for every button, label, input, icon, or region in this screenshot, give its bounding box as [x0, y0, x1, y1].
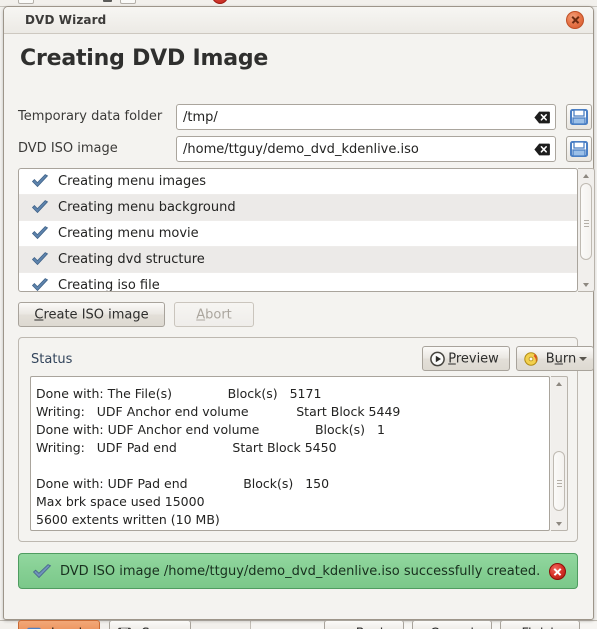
background-toolbar-item-render[interactable]: Render — [232, 0, 271, 1]
success-message-text: DVD ISO image /home/ttguy/demo_dvd_kdenl… — [60, 564, 541, 579]
log-line: Done with: UDF Pad end Block(s) 150 — [36, 476, 330, 491]
scroll-down-icon[interactable] — [551, 517, 566, 530]
list-item[interactable]: Creating menu images — [19, 169, 577, 195]
save-button[interactable]: Save — [109, 620, 191, 629]
list-item-label: Creating menu movie — [58, 226, 199, 241]
check-icon — [31, 226, 49, 240]
create-iso-image-button[interactable]: Create ISO image — [18, 302, 165, 327]
status-label: Status — [31, 352, 73, 367]
abort-button: Abort — [174, 302, 254, 327]
background-divider — [250, 621, 251, 629]
form-row-iso-image: DVD ISO image /home/ttguy/demo_dvd_kdenl… — [18, 136, 592, 162]
check-icon — [32, 564, 52, 579]
cancel-button[interactable]: Cancel — [412, 620, 492, 629]
iso-image-input[interactable]: /home/ttguy/demo_dvd_kdenlive.iso — [176, 136, 556, 162]
back-button[interactable]: < Back — [324, 620, 404, 629]
finish-button[interactable]: Finish — [500, 620, 580, 629]
screen: Copy Paste Render DVD Wizard Creating DV… — [0, 0, 597, 629]
clear-icon[interactable] — [534, 143, 550, 156]
log-line: Done with: The File(s) Block(s) 5171 — [36, 386, 322, 401]
paste-icon — [103, 0, 112, 2]
render-icon — [212, 0, 228, 4]
background-toolbar-item-paste[interactable]: Paste — [140, 0, 170, 1]
title-bar: DVD Wizard — [4, 7, 593, 34]
check-icon — [31, 174, 49, 188]
play-circle-icon — [430, 351, 445, 366]
check-icon — [31, 252, 49, 266]
folder-save-icon — [570, 109, 588, 125]
preview-button[interactable]: Preview — [422, 346, 510, 371]
burn-label: Burn — [545, 351, 577, 366]
scrollbar-thumb[interactable] — [579, 183, 592, 260]
log-line: Done with: UDF Anchor end volume Block(s… — [36, 422, 385, 437]
list-item-label: Creating menu images — [58, 174, 206, 189]
check-icon — [31, 200, 49, 214]
scroll-up-icon[interactable] — [578, 169, 593, 182]
check-icon — [31, 278, 49, 291]
chevron-down-icon[interactable] — [579, 356, 587, 361]
window-title: DVD Wizard — [25, 13, 107, 27]
clear-icon[interactable] — [534, 111, 550, 124]
dvd-wizard-dialog: DVD Wizard Creating DVD Image Temporary … — [3, 6, 595, 629]
scroll-up-icon[interactable] — [551, 377, 566, 390]
list-item-label: Creating menu background — [58, 200, 236, 215]
load-icon — [27, 627, 41, 629]
temp-folder-value: /tmp/ — [183, 110, 218, 125]
status-group: Status Preview Burn Done with: The File(… — [18, 337, 594, 542]
log-line: Writing: UDF Pad end Start Block 5450 — [36, 440, 337, 455]
scroll-down-icon[interactable] — [578, 278, 593, 291]
temp-folder-browse-button[interactable] — [566, 104, 592, 130]
list-item-label: Creating iso file — [58, 278, 160, 292]
background-toolbar-item-copy[interactable]: Copy — [38, 0, 66, 1]
preview-label: Preview — [448, 351, 499, 366]
task-list-scrollbar[interactable] — [578, 168, 595, 292]
iso-image-browse-button[interactable] — [566, 136, 592, 162]
task-list[interactable]: Creating menu images Creating menu backg… — [18, 168, 578, 292]
paste-box-icon — [120, 0, 136, 4]
cd-burn-icon — [524, 351, 538, 366]
iso-image-label: DVD ISO image — [18, 141, 118, 156]
iso-image-value: /home/ttguy/demo_dvd_kdenlive.iso — [183, 142, 419, 157]
burn-button[interactable]: Burn — [516, 346, 594, 371]
page-title: Creating DVD Image — [20, 46, 269, 71]
temp-folder-input[interactable]: /tmp/ — [176, 104, 556, 130]
list-item[interactable]: Creating menu background — [19, 195, 577, 221]
copy-icon — [18, 0, 34, 4]
log-line: Writing: UDF Anchor end volume Start Blo… — [36, 404, 401, 419]
folder-save-icon — [570, 141, 588, 157]
status-log-scrollbar[interactable] — [551, 376, 568, 531]
form-row-temp-folder: Temporary data folder /tmp/ — [18, 104, 592, 130]
scrollbar-thumb[interactable] — [552, 451, 565, 511]
load-button[interactable]: Load — [18, 620, 100, 629]
create-iso-image-label: Create ISO image — [34, 307, 149, 322]
abort-label: Abort — [196, 307, 232, 322]
status-log[interactable]: Done with: The File(s) Block(s) 5171 Wri… — [30, 376, 550, 531]
window-close-button[interactable] — [566, 11, 584, 29]
log-line: 5600 extents written (10 MB) — [36, 512, 220, 527]
log-line: Max brk space used 15000 — [36, 494, 205, 509]
temp-folder-label: Temporary data folder — [18, 109, 163, 124]
list-item[interactable]: Creating iso file — [19, 273, 577, 292]
list-item-label: Creating dvd structure — [58, 252, 205, 267]
success-message-bar: DVD ISO image /home/ttguy/demo_dvd_kdenl… — [18, 553, 578, 589]
list-item[interactable]: Creating dvd structure — [19, 247, 577, 273]
list-item[interactable]: Creating menu movie — [19, 221, 577, 247]
close-circle-icon[interactable] — [549, 563, 566, 580]
